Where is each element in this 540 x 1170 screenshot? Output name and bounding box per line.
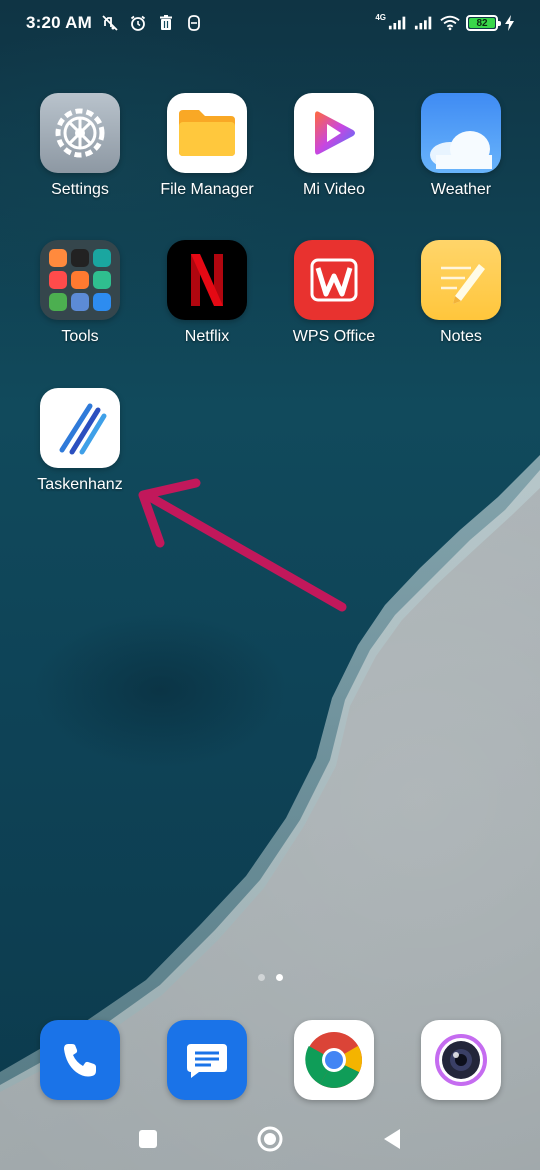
dock-messages[interactable] — [147, 1020, 267, 1100]
app-netflix[interactable]: Netflix — [147, 240, 267, 360]
app-notes[interactable]: Notes — [401, 240, 521, 360]
mute-icon — [100, 13, 120, 33]
app-tools-folder[interactable]: Tools — [20, 240, 140, 360]
wifi-icon — [440, 13, 460, 33]
chrome-icon — [294, 1020, 374, 1100]
netflix-n-icon — [167, 240, 247, 320]
app-taskenhanz[interactable]: Taskenhanz — [20, 388, 140, 508]
trash-icon — [156, 13, 176, 33]
notification-icon — [184, 13, 204, 33]
folder-grid-icon — [40, 240, 120, 320]
folder-icon — [167, 93, 247, 173]
page-dot[interactable] — [257, 974, 265, 981]
wps-w-icon — [294, 240, 374, 320]
app-label: Netflix — [184, 328, 230, 345]
app-file-manager[interactable]: File Manager — [147, 93, 267, 213]
app-label: File Manager — [160, 181, 254, 198]
app-label: Taskenhanz — [37, 476, 123, 493]
app-label: Tools — [61, 328, 99, 345]
phone-icon — [40, 1020, 120, 1100]
charging-icon — [504, 13, 514, 33]
signal-icon — [414, 13, 434, 33]
app-weather[interactable]: Weather — [401, 93, 521, 213]
status-left: 3:20 AM — [26, 13, 204, 33]
alarm-icon — [128, 13, 148, 33]
status-bar: 3:20 AM 4G 82 — [0, 0, 540, 46]
app-label: Settings — [51, 181, 109, 198]
signal-4g-icon — [388, 13, 408, 33]
diagonal-stripes-icon — [40, 388, 120, 468]
battery-level: 82 — [469, 18, 495, 29]
app-label: WPS Office — [292, 328, 376, 345]
navigation-bar — [0, 1108, 540, 1168]
play-icon — [294, 93, 374, 173]
dock-chrome[interactable] — [274, 1020, 394, 1100]
app-label: Notes — [440, 328, 482, 345]
battery-icon: 82 — [466, 15, 501, 31]
cloud-icon — [421, 93, 501, 173]
network-type: 4G — [375, 12, 386, 22]
app-wps-office[interactable]: WPS Office — [274, 240, 394, 360]
dock-camera[interactable] — [401, 1020, 521, 1100]
status-time: 3:20 AM — [26, 13, 92, 32]
app-settings[interactable]: Settings — [20, 93, 140, 213]
status-right: 4G 82 — [375, 13, 514, 33]
app-label: Weather — [430, 181, 492, 198]
recents-square-icon[interactable] — [133, 1124, 163, 1154]
settings-gear-icon — [40, 93, 120, 173]
dock-phone[interactable] — [20, 1020, 140, 1100]
app-mi-video[interactable]: Mi Video — [274, 93, 394, 213]
camera-icon — [421, 1020, 501, 1100]
app-label: Mi Video — [303, 181, 365, 198]
pencil-note-icon — [421, 240, 501, 320]
back-triangle-icon[interactable] — [377, 1124, 407, 1154]
home-circle-icon[interactable] — [255, 1124, 285, 1154]
messages-icon — [167, 1020, 247, 1100]
page-indicator — [0, 974, 540, 981]
page-dot-active[interactable] — [275, 974, 283, 981]
